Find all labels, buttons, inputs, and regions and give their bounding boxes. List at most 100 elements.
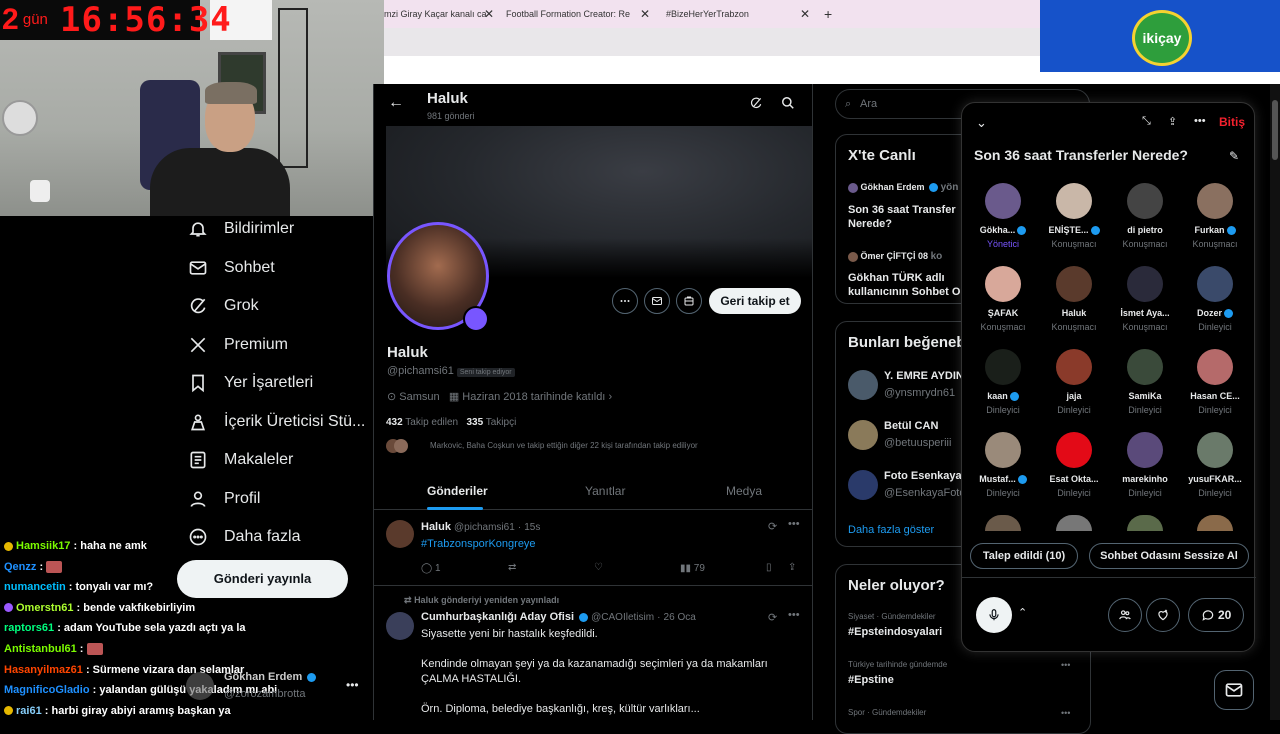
followers-label[interactable]: Takipçi <box>486 417 517 428</box>
participant[interactable]: di pietro Konuşmacı <box>1108 183 1182 263</box>
mute-room-button[interactable]: Sohbet Odasını Sessize Al <box>1089 543 1249 569</box>
grok-icon[interactable]: ⟳ <box>768 611 777 624</box>
like-icon[interactable]: ♡ <box>594 562 603 573</box>
account-switcher[interactable]: Gökhan Erdem @zorozambrotta ••• <box>186 668 366 704</box>
participant[interactable]: Haluk Konuşmacı <box>1037 266 1111 346</box>
chevron-down-icon[interactable]: ⌄ <box>976 115 987 131</box>
participant[interactable]: Esat Okta... Dinleyici <box>1037 432 1111 512</box>
avatar[interactable] <box>1056 515 1092 531</box>
address-bar[interactable] <box>384 28 1040 56</box>
more-icon[interactable]: ••• <box>788 518 800 530</box>
browser-tab[interactable]: Football Formation Creator: Re ✕ <box>506 0 650 28</box>
minimize-icon[interactable]: ⤡ <box>1142 115 1151 128</box>
views-button[interactable]: ▮▮ 79 <box>680 563 705 574</box>
close-icon[interactable]: ✕ <box>640 0 650 28</box>
tab-posts[interactable]: Gönderiler <box>427 472 488 510</box>
tweet-author[interactable]: Cumhurbaşkanlığı Aday Ofisi <box>421 611 574 623</box>
participant[interactable]: jaja Dinleyici <box>1037 349 1111 429</box>
repost-icon[interactable]: ⇄ <box>508 562 516 573</box>
participant[interactable]: kaan Dinleyici <box>966 349 1040 429</box>
subscribe-button[interactable] <box>676 288 702 314</box>
grok-icon[interactable]: ⟳ <box>768 520 777 533</box>
participant[interactable]: ŞAFAK Konuşmacı <box>966 266 1040 346</box>
following-count[interactable]: 432 <box>386 417 403 428</box>
nav-articles[interactable]: Makaleler <box>180 441 370 480</box>
back-arrow-icon[interactable]: ← <box>388 94 404 112</box>
live-space-title[interactable]: Gökhan TÜRK adlı kullanıcının Sohbet O <box>848 271 966 299</box>
avatar[interactable] <box>985 515 1021 531</box>
search-icon[interactable] <box>781 96 795 115</box>
tweet[interactable]: Haluk @pichamsi61 · 15s #TrabzonsporKong… <box>374 512 812 586</box>
following-label[interactable]: Takip edilen <box>405 417 458 428</box>
trend-tag[interactable]: #Epstine <box>848 674 894 686</box>
avatar[interactable] <box>848 470 878 500</box>
nav-chat[interactable]: Sohbet <box>180 249 370 288</box>
more-icon[interactable]: ••• <box>1194 115 1206 127</box>
nav-profile[interactable]: Profil <box>180 480 370 519</box>
tweet-hashtag[interactable]: #TrabzonsporKongreye <box>421 538 536 550</box>
scrollbar-thumb[interactable] <box>1272 100 1278 160</box>
participant[interactable]: Gökha... Yönetici <box>966 183 1040 263</box>
microphone-button[interactable] <box>976 597 1012 633</box>
suggestion-name[interactable]: Betül CAN <box>884 420 938 432</box>
requests-button[interactable]: Talep edildi (10) <box>970 543 1078 569</box>
tab-media[interactable]: Medya <box>726 472 762 510</box>
participant[interactable]: ENİŞTE... Konuşmacı <box>1037 183 1111 263</box>
tweet-author[interactable]: Haluk <box>421 521 451 533</box>
participant[interactable]: SamiKa Dinleyici <box>1108 349 1182 429</box>
browser-tab[interactable]: mzi Giray Kaçar kanalı ca ✕ <box>384 0 494 28</box>
reaction-button[interactable] <box>1146 598 1180 632</box>
suggestion-name[interactable]: Foto Esenkaya <box>884 470 962 482</box>
message-button[interactable] <box>644 288 670 314</box>
end-space-button[interactable]: Bitiş <box>1219 115 1245 129</box>
more-icon[interactable]: ••• <box>346 678 359 692</box>
verified-icon <box>1017 475 1027 485</box>
more-button[interactable] <box>612 288 638 314</box>
grok-icon[interactable] <box>749 96 763 115</box>
tab-replies[interactable]: Yanıtlar <box>585 472 625 510</box>
edit-icon[interactable]: ✎ <box>1229 149 1239 163</box>
participant[interactable]: Mustaf... Dinleyici <box>966 432 1040 512</box>
x-logo-icon <box>186 333 210 357</box>
bookmark-icon[interactable]: ▯ <box>766 562 772 573</box>
close-icon[interactable]: ✕ <box>800 0 810 28</box>
share-icon[interactable]: ⇪ <box>788 562 796 573</box>
suggestion-name[interactable]: Y. EMRE AYDIN <box>884 370 964 382</box>
trend-tag[interactable]: #Epsteindosyalari <box>848 626 942 638</box>
nav-bookmarks[interactable]: Yer İşaretleri <box>180 364 370 403</box>
more-icon[interactable]: ••• <box>1061 660 1070 670</box>
new-tab-button[interactable]: + <box>824 0 838 28</box>
followers-count[interactable]: 335 <box>466 417 483 428</box>
page-scrollbar[interactable] <box>1270 84 1280 720</box>
chevron-up-icon[interactable]: ⌃ <box>1018 606 1027 619</box>
avatar[interactable] <box>1197 515 1233 531</box>
messages-button[interactable] <box>1214 670 1254 710</box>
browser-tab[interactable]: #BizeHerYerTrabzon ✕ <box>666 0 810 28</box>
followed-by-text[interactable]: Markovic, Baha Coşkun ve takip ettiğin d… <box>430 441 698 450</box>
tweet[interactable]: ⇄ Haluk gönderiyi yeniden yayınladı Cumh… <box>374 587 812 720</box>
share-icon[interactable]: ⇪ <box>1168 115 1177 128</box>
participant[interactable]: Furkan Konuşmacı <box>1178 183 1252 263</box>
participant[interactable]: Hasan CE... Dinleyici <box>1178 349 1252 429</box>
nav-notifications[interactable]: Bildirimler <box>180 210 370 249</box>
nav-premium[interactable]: Premium <box>180 326 370 365</box>
people-button[interactable] <box>1108 598 1142 632</box>
follow-back-button[interactable]: Geri takip et <box>709 288 801 314</box>
more-icon[interactable]: ••• <box>788 609 800 621</box>
participant[interactable]: Dozer Dinleyici <box>1178 266 1252 346</box>
close-icon[interactable]: ✕ <box>484 0 494 28</box>
participant[interactable]: marekinho Dinleyici <box>1108 432 1182 512</box>
avatar[interactable] <box>1127 515 1163 531</box>
nav-grok[interactable]: Grok <box>180 287 370 326</box>
replies-button[interactable]: 20 <box>1188 598 1244 632</box>
more-icon[interactable]: ••• <box>1061 708 1070 718</box>
show-more-link[interactable]: Daha fazla göster <box>848 524 934 536</box>
reply-button[interactable]: ◯ 1 <box>421 563 441 574</box>
live-space-title[interactable]: Son 36 saat Transfer Nerede? <box>848 203 966 231</box>
mutual-avatars <box>386 439 416 455</box>
nav-creator-studio[interactable]: İçerik Üreticisi Stü... <box>180 403 370 442</box>
participant[interactable]: yusuFKAR... Dinleyici <box>1178 432 1252 512</box>
avatar[interactable] <box>848 420 878 450</box>
avatar[interactable] <box>848 370 878 400</box>
participant[interactable]: İsmet Aya... Konuşmacı <box>1108 266 1182 346</box>
